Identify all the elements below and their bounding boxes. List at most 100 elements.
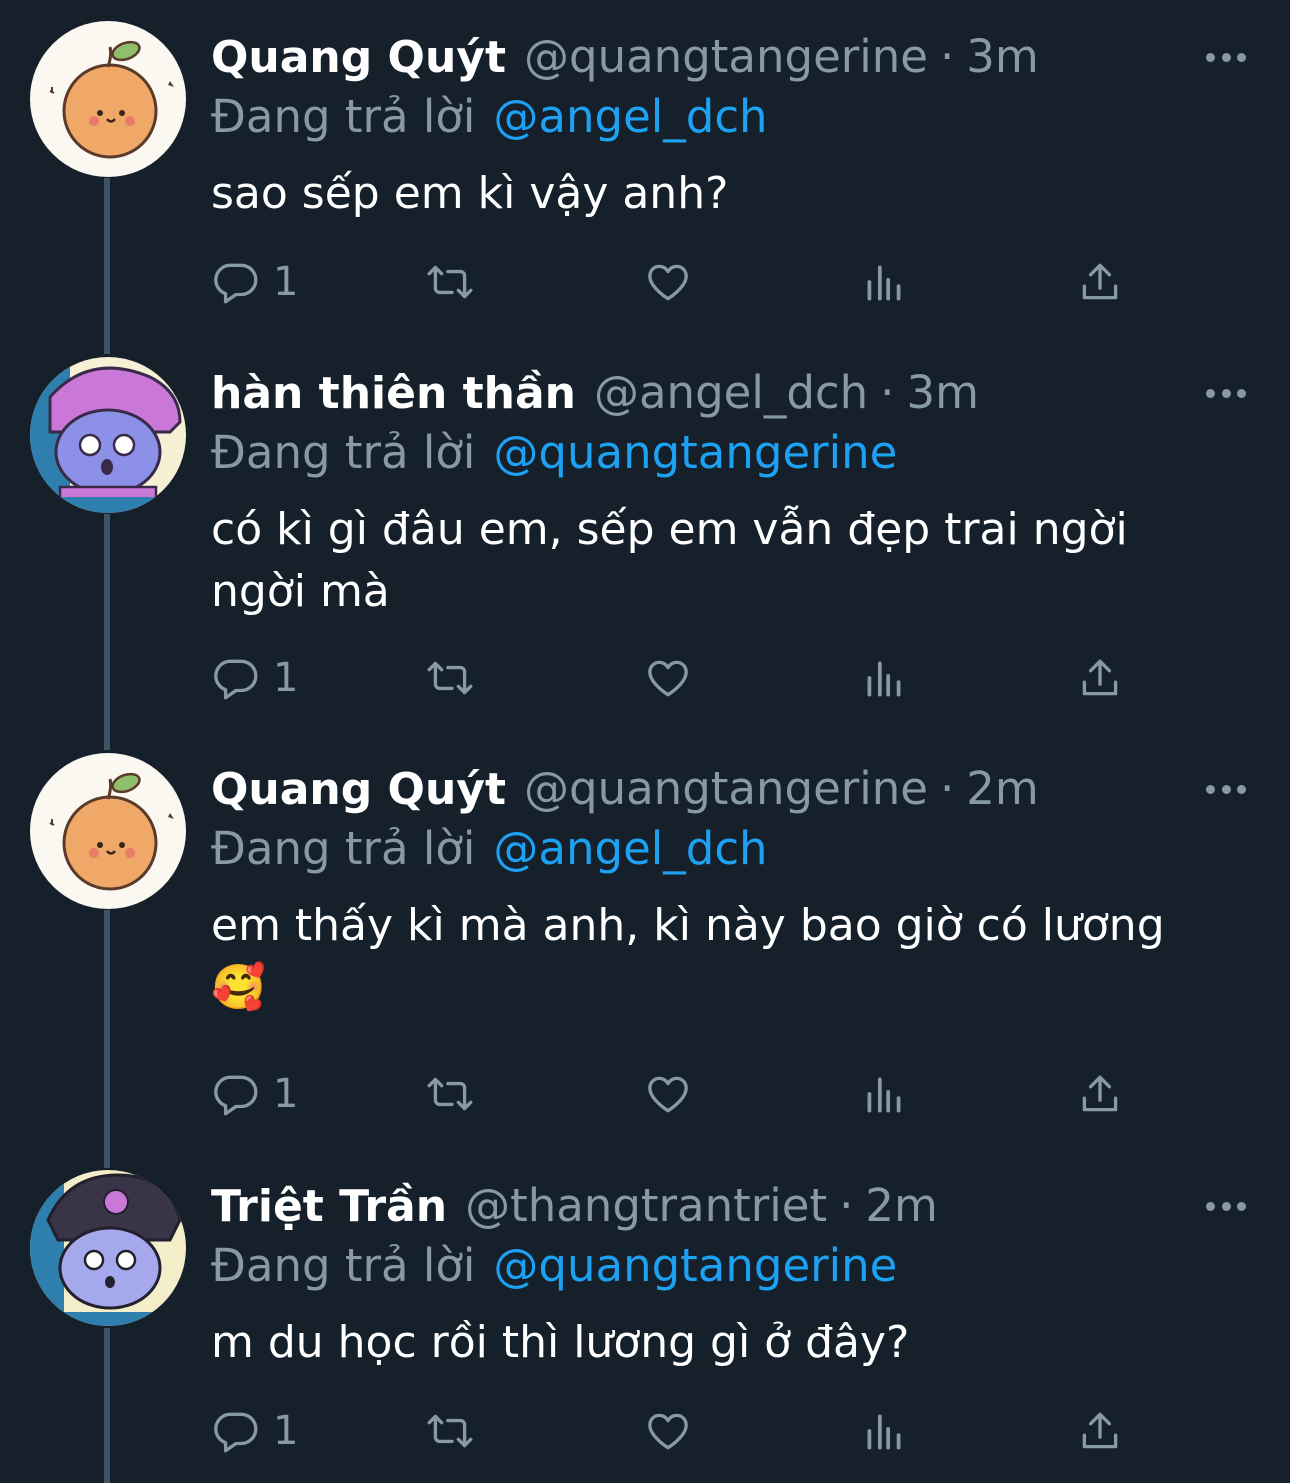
mention-link[interactable]: @angel_dch [493, 822, 767, 875]
share-icon [1082, 1075, 1118, 1112]
avatar[interactable] [30, 753, 186, 909]
separator-dot: · [839, 1179, 854, 1232]
user-handle[interactable]: @thangtrantriet [465, 1178, 827, 1234]
reply-count: 1 [273, 1408, 299, 1454]
tweet-text-line: có kì gì đâu em, sếp em vẫn đẹp trai ngờ… [211, 504, 1128, 555]
retweet-button[interactable] [425, 651, 475, 705]
retweet-icon [427, 661, 473, 695]
user-handle[interactable]: @quangtangerine [524, 29, 928, 85]
tweet-header: hàn thiên thần @angel_dch · 3m [211, 365, 979, 421]
analytics-icon [867, 1414, 901, 1450]
tweet[interactable]: Triệt Trần @thangtrantriet · 2m Đang trả… [0, 1170, 1290, 1483]
display-name[interactable]: Quang Quýt [211, 30, 506, 86]
share-icon [1082, 263, 1118, 300]
conversation-thread: Quang Quýt @quangtangerine · 3m Đang trả… [0, 0, 1290, 1483]
display-name[interactable]: Quang Quýt [211, 762, 506, 818]
reply-count: 1 [273, 655, 299, 701]
heart-icon [648, 264, 688, 301]
avatar[interactable] [30, 357, 186, 513]
retweet-button[interactable] [425, 255, 475, 309]
display-name[interactable]: hàn thiên thần [211, 366, 576, 422]
views-button[interactable] [859, 651, 909, 705]
user-handle[interactable]: @quangtangerine [524, 761, 928, 817]
avatar[interactable] [30, 21, 186, 177]
reply-count: 1 [273, 1071, 299, 1117]
action-bar: 1 [211, 255, 1211, 309]
purple-bunny-avatar-icon [30, 357, 186, 513]
replying-prefix: Đang trả lời [211, 822, 476, 875]
retweet-icon [427, 265, 473, 299]
heart-icon [648, 660, 688, 697]
tweet[interactable]: hàn thiên thần @angel_dch · 3m Đang trả … [0, 357, 1290, 727]
share-button[interactable] [1075, 651, 1125, 705]
replying-to: Đang trả lời @quangtangerine [211, 425, 897, 481]
analytics-icon [867, 1077, 901, 1113]
mention-link[interactable]: @quangtangerine [493, 426, 897, 479]
reply-icon [214, 1412, 258, 1453]
reply-button[interactable]: 1 [211, 1067, 298, 1121]
retweet-button[interactable] [425, 1067, 475, 1121]
tweet-text: sao sếp em kì vậy anh? [211, 163, 1211, 225]
tweet[interactable]: Quang Quýt @quangtangerine · 2m Đang trả… [0, 753, 1290, 1143]
reply-button[interactable]: 1 [211, 255, 298, 309]
more-dots-icon[interactable] [1206, 1200, 1246, 1212]
timestamp[interactable]: 2m [865, 1178, 937, 1234]
mention-link[interactable]: @angel_dch [493, 90, 767, 143]
action-bar: 1 [211, 1067, 1211, 1121]
views-button[interactable] [859, 1404, 909, 1458]
analytics-icon [867, 661, 901, 697]
mention-link[interactable]: @quangtangerine [493, 1239, 897, 1292]
heart-icon [648, 1076, 688, 1113]
like-button[interactable] [643, 1404, 693, 1458]
like-button[interactable] [643, 651, 693, 705]
like-button[interactable] [643, 255, 693, 309]
orange-avatar-icon [30, 753, 186, 909]
replying-prefix: Đang trả lời [211, 1239, 476, 1292]
reply-icon [214, 1075, 258, 1116]
action-bar: 1 [211, 651, 1211, 705]
share-button[interactable] [1075, 1067, 1125, 1121]
heart-icon [648, 1413, 688, 1450]
tweet-text-line: ngời mà [211, 566, 390, 617]
user-handle[interactable]: @angel_dch [594, 365, 868, 421]
more-dots-icon[interactable] [1206, 51, 1246, 63]
views-button[interactable] [859, 1067, 909, 1121]
like-button[interactable] [643, 1067, 693, 1121]
smiling-hearts-emoji: 🥰 [211, 962, 266, 1013]
tweet-text-line: sao sếp em kì vậy anh? [211, 168, 729, 219]
avatar[interactable] [30, 1170, 186, 1326]
replying-to: Đang trả lời @quangtangerine [211, 1238, 897, 1294]
separator-dot: · [939, 762, 955, 815]
reply-button[interactable]: 1 [211, 1404, 298, 1458]
replying-to: Đang trả lời @angel_dch [211, 821, 768, 877]
orange-avatar-icon [30, 21, 186, 177]
reply-count: 1 [273, 259, 299, 305]
tweet-text: m du học rồi thì lương gì ở đây? [211, 1312, 1211, 1374]
retweet-button[interactable] [425, 1404, 475, 1458]
timestamp[interactable]: 2m [966, 761, 1038, 817]
separator-dot: · [880, 366, 895, 419]
retweet-icon [427, 1414, 473, 1448]
tweet-header: Quang Quýt @quangtangerine · 3m [211, 29, 1039, 85]
retweet-icon [427, 1077, 473, 1111]
separator-dot: · [939, 30, 955, 83]
reply-button[interactable]: 1 [211, 651, 298, 705]
replying-prefix: Đang trả lời [211, 426, 476, 479]
reply-icon [214, 659, 258, 700]
share-button[interactable] [1075, 1404, 1125, 1458]
tweet-header: Quang Quýt @quangtangerine · 2m [211, 761, 1039, 817]
reply-icon [214, 263, 258, 304]
tweet-text-line: em thấy kì mà anh, kì này bao giờ có lươ… [211, 900, 1165, 951]
action-bar: 1 [211, 1404, 1211, 1458]
analytics-icon [867, 265, 901, 301]
views-button[interactable] [859, 255, 909, 309]
timestamp[interactable]: 3m [966, 29, 1038, 85]
timestamp[interactable]: 3m [906, 365, 978, 421]
replying-to: Đang trả lời @angel_dch [211, 89, 768, 145]
tweet[interactable]: Quang Quýt @quangtangerine · 3m Đang trả… [0, 21, 1290, 331]
share-button[interactable] [1075, 255, 1125, 309]
display-name[interactable]: Triệt Trần [211, 1179, 447, 1235]
more-dots-icon[interactable] [1206, 783, 1246, 795]
more-dots-icon[interactable] [1206, 387, 1246, 399]
tweet-header: Triệt Trần @thangtrantriet · 2m [211, 1178, 938, 1234]
